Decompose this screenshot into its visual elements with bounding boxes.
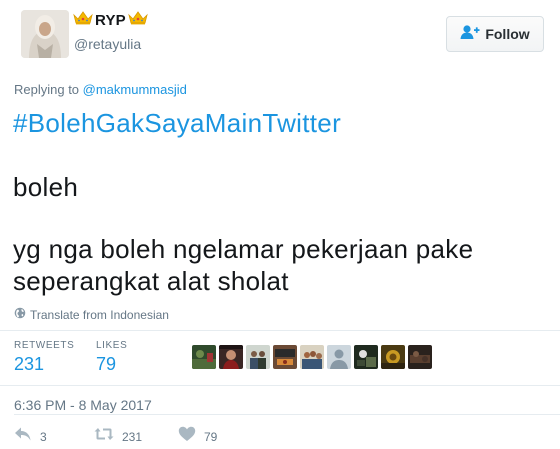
retweets-value: 231 [14, 354, 45, 374]
likes-value: 79 [96, 354, 117, 374]
likes-stat[interactable]: LIKES 79 [96, 340, 127, 375]
liker-avatar[interactable] [192, 345, 216, 369]
follow-button-label: Follow [485, 26, 530, 42]
divider [14, 414, 560, 415]
retweet-icon [94, 426, 114, 447]
replying-to-prefix: Replying to [14, 82, 83, 97]
retweets-stat[interactable]: RETWEETS 231 [14, 340, 74, 375]
translate-label: Translate from Indonesian [30, 307, 169, 322]
author-avatar[interactable] [21, 10, 69, 58]
liker-avatar[interactable] [327, 345, 351, 369]
globe-icon [14, 307, 26, 322]
follow-button[interactable]: Follow [446, 16, 544, 52]
retweets-label: RETWEETS [14, 340, 75, 351]
liker-avatar[interactable] [300, 345, 324, 369]
like-button[interactable]: 79 [178, 426, 217, 447]
replying-to: Replying to @makmummasjid [14, 82, 187, 97]
crown-icon [128, 11, 148, 30]
translate-link[interactable]: Translate from Indonesian [14, 307, 169, 322]
liker-avatar[interactable] [273, 345, 297, 369]
liker-avatar[interactable] [408, 345, 432, 369]
retweet-count: 231 [122, 429, 143, 444]
liker-avatar[interactable] [381, 345, 405, 369]
liker-avatar[interactable] [246, 345, 270, 369]
liker-avatar[interactable] [219, 345, 243, 369]
reply-icon [14, 426, 32, 447]
hashtag-link[interactable]: #BolehGakSayaMainTwitter [13, 108, 341, 138]
tweet-text-line: seperangkat alat sholat [13, 266, 289, 296]
reply-mention-link[interactable]: @makmummasjid [83, 82, 187, 97]
heart-icon [178, 426, 196, 447]
likes-label: LIKES [96, 340, 128, 351]
author-display-name[interactable]: RYP [95, 12, 126, 29]
follow-person-icon [460, 24, 480, 45]
author-handle[interactable]: @retayulia [74, 36, 141, 52]
tweet-text-line: yg nga boleh ngelamar pekerjaan pake [13, 234, 474, 264]
tweet-actions: 3 231 79 [14, 426, 217, 447]
reply-count: 3 [40, 429, 47, 444]
tweet-timestamp[interactable]: 6:36 PM - 8 May 2017 [14, 397, 152, 413]
likers-avatars [192, 345, 432, 369]
author-name-row[interactable]: RYP [73, 11, 148, 30]
divider [0, 385, 560, 386]
profile-photo-icon [21, 10, 69, 58]
liker-avatar[interactable] [354, 345, 378, 369]
crown-icon [73, 11, 93, 30]
tweet-text-line: boleh [13, 172, 79, 202]
divider [0, 330, 560, 331]
reply-button[interactable]: 3 [14, 426, 94, 447]
tweet-header: RYP @retayulia Follow [0, 0, 560, 70]
like-count: 79 [204, 429, 218, 444]
retweet-button[interactable]: 231 [94, 426, 178, 447]
